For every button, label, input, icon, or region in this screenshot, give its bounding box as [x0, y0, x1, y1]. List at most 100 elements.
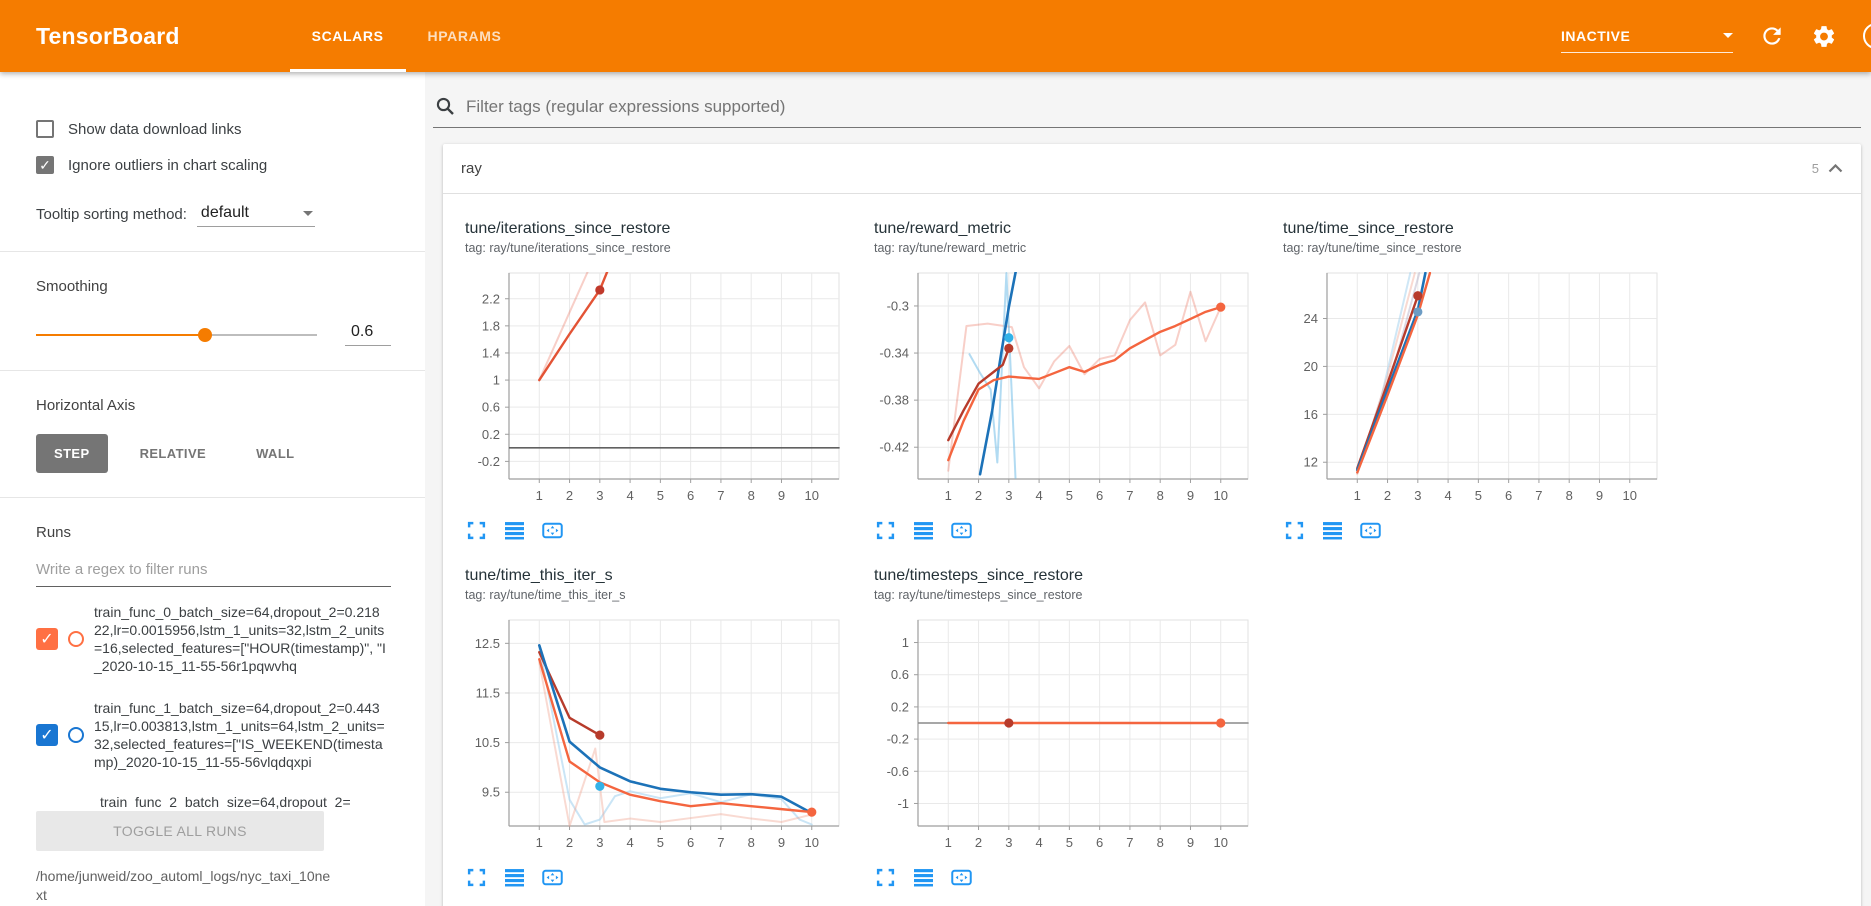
expand-lines-button[interactable]	[912, 519, 934, 541]
data-point-marker[interactable]	[595, 285, 604, 294]
data-point-marker[interactable]	[1413, 307, 1422, 316]
svg-text:2: 2	[566, 835, 573, 850]
smoothing-slider-row: 0.6	[36, 323, 391, 346]
tab-hparams[interactable]: HPARAMS	[406, 0, 524, 72]
tag-filter-row[interactable]: Filter tags (regular expressions support…	[433, 96, 1861, 128]
expand-lines-button[interactable]	[1321, 519, 1343, 541]
svg-text:2: 2	[1384, 488, 1391, 503]
ignore-outliers-checkbox-row[interactable]: ✓ Ignore outliers in chart scaling	[36, 152, 391, 178]
smoothing-slider[interactable]	[36, 334, 317, 336]
refresh-button[interactable]	[1759, 23, 1785, 49]
chevron-up-icon[interactable]	[1828, 164, 1843, 173]
expand-lines-button[interactable]	[912, 866, 934, 888]
axis-button-step[interactable]: STEP	[36, 434, 108, 473]
runs-filter-input[interactable]: Write a regex to filter runs	[36, 561, 391, 587]
svg-text:6: 6	[687, 835, 694, 850]
data-point-marker[interactable]	[1216, 718, 1225, 727]
expand-chart-button[interactable]	[874, 866, 896, 888]
expand-chart-button[interactable]	[465, 519, 487, 541]
run-radio-button[interactable]	[68, 631, 84, 647]
chart-actions	[874, 519, 1262, 541]
slider-thumb[interactable]	[198, 328, 212, 342]
fit-domain-button[interactable]	[1359, 519, 1381, 541]
svg-text:1: 1	[536, 835, 543, 850]
tag-group-header[interactable]: ray 5	[443, 144, 1861, 194]
svg-text:8: 8	[1157, 488, 1164, 503]
fit-domain-button[interactable]	[541, 866, 563, 888]
run-checkbox[interactable]: ✓	[36, 724, 58, 746]
status-dropdown[interactable]: INACTIVE	[1561, 19, 1733, 53]
smoothing-value[interactable]: 0.6	[345, 323, 391, 346]
checkbox-icon[interactable]	[36, 120, 54, 138]
run-item[interactable]: ✓train_func_1_batch_size=64,dropout_2=0.…	[36, 699, 391, 771]
search-icon	[435, 96, 456, 117]
svg-text:1.4: 1.4	[482, 345, 500, 360]
svg-text:-0.3: -0.3	[887, 298, 909, 313]
fit-domain-button[interactable]	[950, 519, 972, 541]
expand-lines-button[interactable]	[503, 866, 525, 888]
svg-text:1: 1	[945, 835, 952, 850]
data-point-marker[interactable]	[1413, 291, 1422, 300]
svg-text:10.5: 10.5	[475, 735, 500, 750]
lines-icon	[505, 521, 524, 540]
svg-text:-0.34: -0.34	[879, 346, 909, 361]
svg-text:9.5: 9.5	[482, 785, 500, 800]
run-item[interactable]: ✓train_func_0_batch_size=64,dropout_2=0.…	[36, 603, 391, 675]
svg-text:7: 7	[1126, 488, 1133, 503]
run-item[interactable]: train_func_2_batch_size=64,dropout_2=	[36, 795, 391, 809]
chart-title: tune/reward_metric	[874, 220, 1262, 238]
axis-button-relative[interactable]: RELATIVE	[122, 434, 225, 473]
run-radio-button[interactable]	[68, 727, 84, 743]
fit-domain-button[interactable]	[541, 519, 563, 541]
data-point-marker[interactable]	[595, 731, 604, 740]
svg-text:7: 7	[1126, 835, 1133, 850]
tab-scalars[interactable]: SCALARS	[290, 0, 406, 72]
chart-tile: tune/reward_metric tag: ray/tune/reward_m…	[866, 220, 1262, 541]
chevron-down-icon	[303, 211, 313, 216]
fullscreen-icon	[876, 521, 895, 540]
chart-title: tune/timesteps_since_restore	[874, 567, 1262, 585]
help-icon[interactable]	[1863, 23, 1871, 49]
svg-text:-0.2: -0.2	[887, 732, 909, 747]
data-point-marker[interactable]	[807, 808, 816, 817]
tooltip-sorting-value: default	[201, 204, 249, 222]
data-point-marker[interactable]	[1004, 333, 1013, 342]
run-checkbox[interactable]: ✓	[36, 628, 58, 650]
expand-chart-button[interactable]	[465, 866, 487, 888]
chart-actions	[465, 519, 853, 541]
chart-tag: tag: ray/tune/iterations_since_restore	[465, 241, 853, 255]
lines-icon	[914, 868, 933, 887]
toggle-all-runs-button[interactable]: TOGGLE ALL RUNS	[36, 811, 324, 851]
fullscreen-icon	[1285, 521, 1304, 540]
settings-button[interactable]	[1811, 23, 1837, 49]
svg-text:8: 8	[1157, 835, 1164, 850]
svg-text:4: 4	[1035, 488, 1042, 503]
svg-text:9: 9	[1187, 488, 1194, 503]
checkbox-icon[interactable]: ✓	[36, 156, 54, 174]
expand-lines-button[interactable]	[503, 519, 525, 541]
expand-chart-button[interactable]	[874, 519, 896, 541]
axis-button-wall[interactable]: WALL	[238, 434, 312, 473]
expand-chart-button[interactable]	[1283, 519, 1305, 541]
svg-text:2.2: 2.2	[482, 291, 500, 306]
runs-label: Runs	[36, 524, 391, 541]
chart-tag: tag: ray/tune/reward_metric	[874, 241, 1262, 255]
fit-domain-button[interactable]	[950, 866, 972, 888]
svg-text:3: 3	[596, 488, 603, 503]
data-point-marker[interactable]	[1216, 303, 1225, 312]
data-point-marker[interactable]	[1004, 718, 1013, 727]
chart-plot: 123456789102.21.81.410.60.2-0.2	[457, 267, 845, 513]
svg-text:9: 9	[1187, 835, 1194, 850]
svg-text:10: 10	[1214, 488, 1228, 503]
fullscreen-icon	[467, 868, 486, 887]
tag-group-card: ray 5 tune/iterations_since_restoretag: …	[443, 144, 1861, 906]
svg-text:5: 5	[1475, 488, 1482, 503]
svg-text:7: 7	[1535, 488, 1542, 503]
svg-text:3: 3	[1005, 488, 1012, 503]
tooltip-sorting-dropdown[interactable]: default	[197, 202, 315, 227]
svg-text:1: 1	[536, 488, 543, 503]
show-download-links-checkbox-row[interactable]: Show data download links	[36, 116, 391, 142]
svg-text:-0.38: -0.38	[879, 393, 909, 408]
data-point-marker[interactable]	[595, 782, 604, 791]
data-point-marker[interactable]	[1004, 344, 1013, 353]
